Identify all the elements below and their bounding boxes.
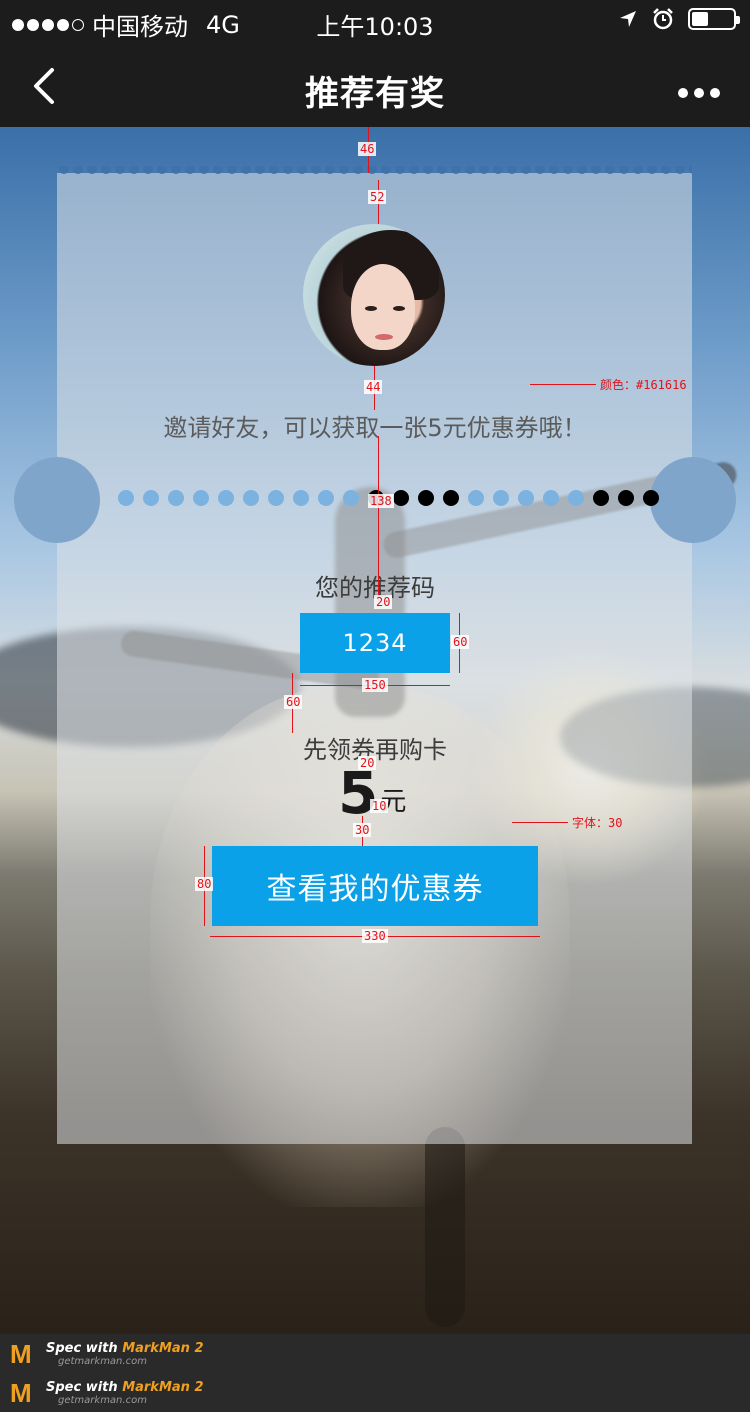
alarm-clock-icon [653, 8, 673, 30]
nav-bar: 推荐有奖 [0, 44, 750, 127]
avatar [303, 224, 445, 366]
spec-label-code-width: 150 [362, 678, 388, 692]
coupon-amount-value: 5 [338, 759, 379, 827]
card-scallop-edge [57, 166, 692, 180]
spec-label-section-gap: 60 [284, 695, 303, 709]
spec-label-text-gap: 44 [364, 380, 383, 394]
spec-label-divider-gap: 138 [368, 494, 394, 508]
markman-logo-icon: M [10, 1378, 32, 1408]
spec-label-font: 字体：30 [572, 816, 623, 830]
card-notch-left [14, 457, 100, 543]
figure-leg [425, 1127, 465, 1327]
spec-label-color: 颜色：#161616 [600, 378, 687, 392]
markman-logo-icon: M [10, 1339, 32, 1369]
spec-line-divider [378, 436, 379, 602]
status-bar: 中国移动 4G 上午10:03 [0, 0, 750, 44]
spec-label-code-height: 60 [451, 635, 470, 649]
card-notch-right [650, 457, 736, 543]
battery-icon [688, 8, 740, 30]
spec-label-code-gap: 20 [374, 595, 393, 609]
spec-label-top-gap: 46 [358, 142, 377, 156]
markman-url-2: getmarkman.com [58, 1395, 147, 1406]
more-menu-icon[interactable] [678, 88, 720, 98]
invite-text: 邀请好友，可以获取一张5元优惠券哦！ [163, 414, 587, 442]
referral-code-box[interactable]: 1234 [300, 613, 450, 673]
view-coupons-button[interactable]: 查看我的优惠券 [212, 846, 538, 926]
spec-label-cta-height: 80 [195, 877, 214, 891]
signal-dots-icon [12, 18, 84, 31]
spec-label-cta-gap: 30 [353, 823, 372, 837]
markman-url-1: getmarkman.com [58, 1356, 147, 1367]
spec-label-avatar-gap: 52 [368, 190, 387, 204]
location-arrow-icon [620, 11, 636, 27]
markman-title-2: Spec with [46, 1380, 118, 1395]
carrier-label: 中国移动 [92, 13, 188, 41]
markman-footer: M Spec with MarkMan 2 getmarkman.com M S… [0, 1334, 750, 1412]
markman-brand-1: MarkMan 2 [122, 1341, 204, 1356]
network-label: 4G [206, 10, 240, 39]
spec-leader-font [512, 822, 568, 823]
spec-label-amount-gap: 20 [358, 756, 377, 770]
coupon-amount: 5 元 [338, 762, 406, 824]
markman-title-1: Spec with [46, 1341, 118, 1356]
markman-badge-2: M Spec with MarkMan 2 getmarkman.com [10, 1379, 204, 1407]
spec-label-unit-gap: 10 [370, 799, 389, 813]
spec-label-cta-width: 330 [362, 929, 388, 943]
page-title: 推荐有奖 [305, 74, 445, 114]
markman-brand-2: MarkMan 2 [122, 1380, 204, 1395]
spec-leader-color [530, 384, 596, 385]
markman-badge-1: M Spec with MarkMan 2 getmarkman.com [10, 1340, 204, 1368]
